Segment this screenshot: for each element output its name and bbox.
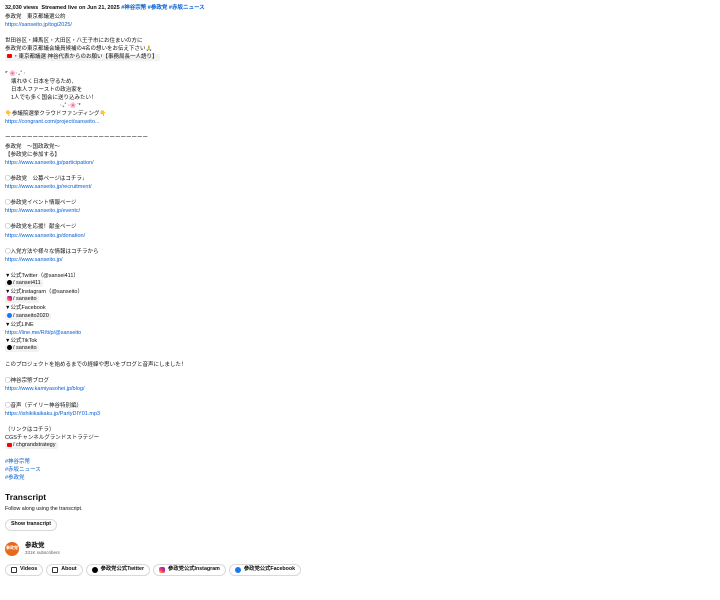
video-icon — [11, 566, 17, 573]
desc-text: このプロジェクトを始めるまでの経緯や思いをブログと音声にしました！ — [5, 362, 187, 369]
desc-link[interactable]: https://sanseito.jp/togi2025/ — [5, 22, 72, 28]
desc-text: ‧₊˚ ‧🌸˙* — [60, 103, 81, 110]
hashtag[interactable]: #参政党 — [148, 5, 168, 11]
instagram-icon — [159, 566, 166, 573]
hashtag[interactable]: #参政党 — [5, 475, 25, 481]
desc-text: 参政党 東京都議選公約 — [5, 14, 66, 20]
show-transcript-button[interactable]: Show transcript — [5, 518, 58, 531]
desc-text: 【参政党に参加する】 — [5, 151, 61, 158]
facebook-icon — [7, 312, 12, 318]
desc-text: ▼公式Instagram（@sanseito） — [5, 289, 83, 296]
instagram-icon — [7, 296, 12, 302]
desc-text: 壊れゆく日本を守るため、 — [11, 78, 78, 85]
desc-text: 日本人ファーストの政治家を — [11, 86, 83, 93]
channel-chip[interactable]: / chgrandstrategy — [5, 442, 58, 450]
desc-text: ◯入党方法や様々な情報はコチラから — [5, 248, 99, 255]
desc-text: ▼公式Facebook — [5, 305, 46, 312]
x-icon — [91, 566, 98, 573]
transcript-title: Transcript — [5, 492, 47, 503]
desc-text: ◯参政党 公募ページはコチラ↓ — [5, 175, 85, 182]
desc-text: ▼公式Twitter（@sansei411） — [5, 273, 79, 279]
instagram-link-button[interactable]: 参政党公式Instagram — [153, 563, 226, 576]
desc-link[interactable]: https://line.me/R/ti/p/@sanseito — [5, 330, 81, 336]
hashtag[interactable]: #赤坂ニュース — [169, 5, 205, 11]
desc-text: ◯神谷宗幣ブログ — [5, 378, 50, 385]
desc-link[interactable]: https://www.sanseito.jp/participation/ — [5, 160, 94, 166]
desc-text: 世田谷区・練馬区・大田区・八王子市にお住まいの方に — [5, 38, 143, 45]
desc-link[interactable]: https://www.sanseito.jp/recruitment/ — [5, 184, 92, 190]
channel-info: 参政党 参政党 331K subscribers — [5, 539, 715, 559]
desc-text: CGSチャンネルグランドストラテジー — [5, 434, 100, 441]
description-body: 参政党 東京都議選公約 https://sanseito.jp/togi2025… — [5, 13, 715, 482]
desc-text: 参政党 〜国政政党〜 — [5, 143, 61, 150]
transcript-subtitle: Follow along using the transcript. — [5, 506, 83, 513]
desc-link[interactable]: https://www.kamiyasohei.jp/blog/ — [5, 386, 84, 392]
desc-text: ▼公式LINE — [5, 321, 34, 328]
desc-text: 1人でも多く国会に送り込みたい！ — [11, 94, 97, 101]
stream-date: Streamed live on Jun 21, 2025 — [41, 5, 120, 11]
tiktok-icon — [7, 344, 12, 350]
divider: ーーーーーーーーーーーーーーーーーーーーーーーーーー — [5, 135, 149, 142]
tiktok-chip[interactable]: / sanseito — [5, 344, 39, 352]
view-count: 32,030 views — [5, 5, 39, 11]
desc-link[interactable]: https://www.sanseito.jp/donation/ — [5, 233, 85, 239]
desc-text: *˙🌸‧₊˚ ‧ — [5, 70, 26, 77]
twitter-chip[interactable]: / sansei411 — [5, 280, 43, 288]
desc-text: ◯参政党イベント情報ページ — [5, 200, 77, 207]
desc-text: （リンクはコチラ） — [5, 426, 55, 433]
hashtag[interactable]: #神谷宗幣 — [121, 5, 146, 11]
video-description-panel: 32,030 views Streamed live on Jun 21, 20… — [0, 0, 720, 576]
twitter-link-button[interactable]: 参政党公式Twitter — [85, 563, 151, 576]
subscriber-count: 331K subscribers — [25, 549, 60, 555]
avatar[interactable]: 参政党 — [5, 541, 19, 556]
video-chip[interactable]: ・東京都議選 神谷代表からのお願い【事務局長一人語り】 — [5, 53, 160, 61]
desc-link[interactable]: https://www.sanseito.jp/eventc/ — [5, 208, 80, 214]
info-icon — [52, 566, 59, 573]
desc-text: 参政党の東京都議会議員候補の4名の想いをお伝え下さい🙏 — [5, 46, 153, 53]
desc-text: ◯音声（デイリー神谷特別編） — [5, 402, 83, 409]
channel-name[interactable]: 参政党 — [25, 542, 60, 550]
desc-link[interactable]: https://ishikikaikaku.jp/PartyDIY01.mp3 — [5, 411, 100, 417]
youtube-icon — [7, 442, 12, 447]
desc-text: ▼公式TikTok — [5, 337, 38, 344]
desc-link[interactable]: https://www.sanseito.jp/ — [5, 257, 62, 263]
videos-button[interactable]: Videos — [5, 563, 44, 576]
x-icon — [7, 280, 12, 286]
hashtag[interactable]: #神谷宗幣 — [5, 459, 30, 465]
youtube-icon — [7, 54, 12, 59]
hashtag[interactable]: #赤坂ニュース — [5, 467, 41, 473]
channel-links: Videos About 参政党公式Twitter 参政党公式Instagram… — [5, 563, 715, 576]
video-meta: 32,030 views Streamed live on Jun 21, 20… — [5, 4, 715, 13]
facebook-link-button[interactable]: 参政党公式Facebook — [228, 563, 302, 576]
desc-link[interactable]: https://congrant.com/project/sanseito... — [5, 119, 99, 125]
facebook-chip[interactable]: / sanseito2020 — [5, 312, 51, 320]
instagram-chip[interactable]: / sanseito — [5, 296, 39, 304]
desc-text: 👇参議院選挙クラウドファンディング👇 — [5, 111, 107, 118]
about-button[interactable]: About — [46, 563, 83, 576]
facebook-icon — [234, 566, 241, 573]
desc-text: ◯参政党を応援！献金ページ — [5, 224, 77, 231]
